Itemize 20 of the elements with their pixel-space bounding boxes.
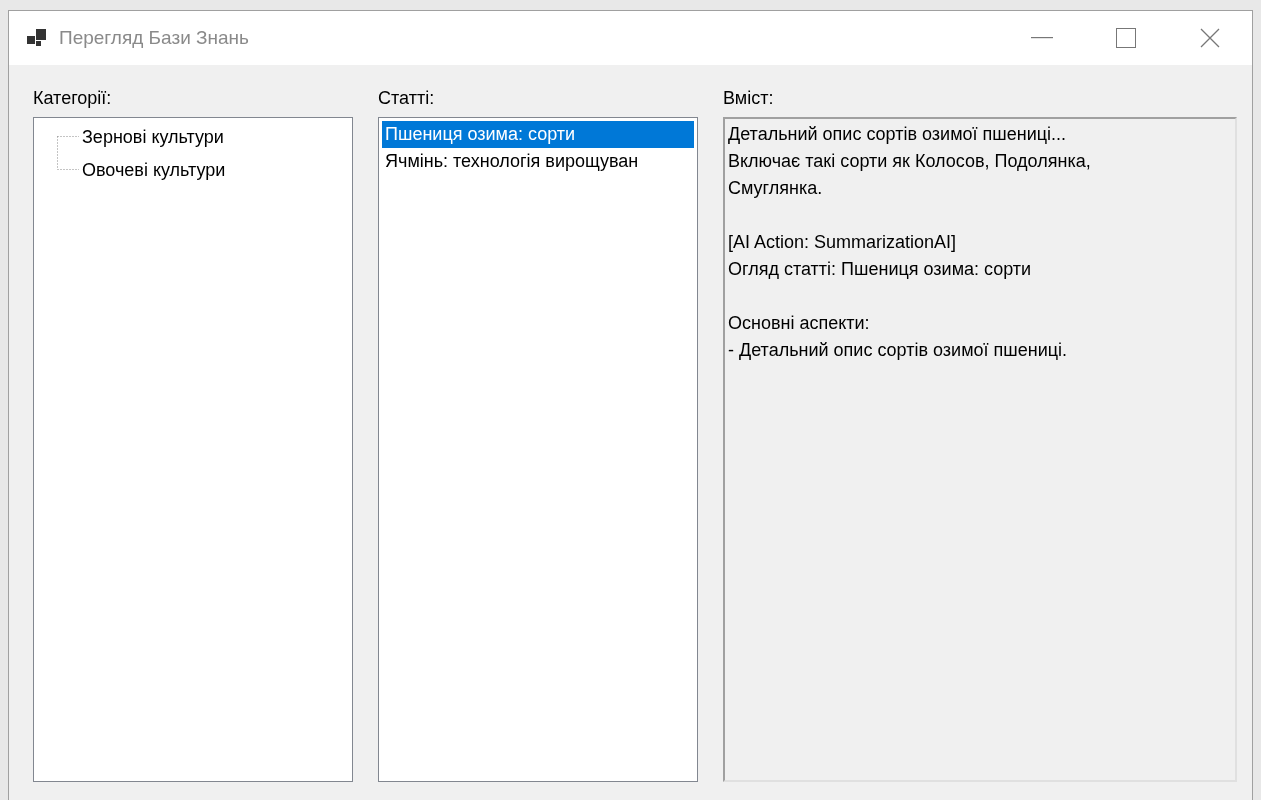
window-title: Перегляд Бази Знань: [59, 27, 250, 49]
list-item[interactable]: Ячмінь: технологія вирощуван: [382, 148, 694, 175]
content-label: Вміст:: [723, 87, 775, 110]
content-line: Смуглянка.: [728, 177, 824, 200]
content-line: Детальний опис сортів озимої пшениці...: [728, 123, 1068, 146]
content-line: - Детальний опис сортів озимої пшениці.: [728, 339, 1069, 362]
tree-item[interactable]: Овочеві культури: [79, 159, 229, 182]
app-icon: [27, 29, 47, 47]
close-icon: [1200, 28, 1220, 48]
content-line: [AI Action: SummarizationAI]: [728, 231, 958, 254]
content-line: Включає такі сорти як Колосов, Подолянка,: [728, 150, 1092, 173]
categories-label: Категорії:: [33, 87, 113, 110]
minimize-icon: [1031, 37, 1053, 39]
articles-label: Статті:: [378, 87, 436, 110]
content-line: Огляд статті: Пшениця озима: сорти: [728, 258, 1033, 281]
tree-item[interactable]: Зернові культури: [79, 126, 227, 149]
list-item[interactable]: Пшениця озима: сорти: [382, 121, 694, 148]
maximize-icon: [1116, 28, 1136, 48]
content-line: Основні аспекти:: [728, 312, 871, 335]
content-textbox[interactable]: [723, 117, 1237, 782]
